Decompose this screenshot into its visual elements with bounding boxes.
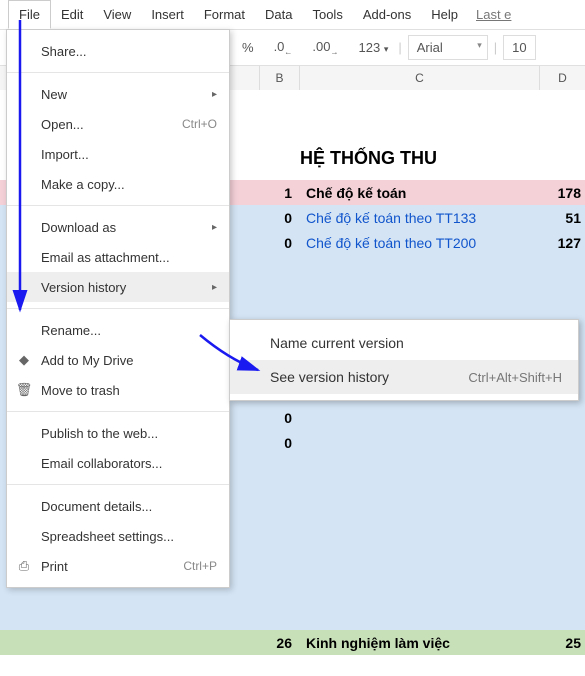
menu-format[interactable]: Format [194,1,255,28]
menu-print[interactable]: ⎙PrintCtrl+P [7,551,229,581]
cell-b[interactable]: 1 [260,185,300,201]
print-icon: ⎙ [15,558,33,574]
menu-addons[interactable]: Add-ons [353,1,421,28]
chevron-right-icon: ▸ [212,222,217,233]
menu-view[interactable]: View [93,1,141,28]
cell-b[interactable]: 0 [260,435,300,451]
menu-download-as[interactable]: Download as▸ [7,212,229,242]
format-percent[interactable]: % [232,40,264,55]
cell-c[interactable]: Kinh nghiệm làm việc [300,635,540,651]
cell-c-link[interactable]: Chế độ kế toán theo TT133 [300,210,540,226]
cell-d[interactable]: 178 [540,185,585,201]
col-d[interactable]: D [540,66,585,90]
menu-spreadsheet-settings[interactable]: Spreadsheet settings... [7,521,229,551]
cell-b[interactable]: 0 [260,235,300,251]
menu-file[interactable]: File [8,0,51,29]
cell-d[interactable]: 25 [540,635,585,651]
drive-icon: ◆ [15,352,33,368]
sheet-title: HỆ THỐNG THU [300,148,437,169]
menu-publish-web[interactable]: Publish to the web... [7,418,229,448]
menu-data[interactable]: Data [255,1,302,28]
trash-icon: 🗑 [15,382,33,398]
menu-version-history[interactable]: Version history▸ [7,272,229,302]
version-history-submenu: Name current version See version history… [229,319,579,401]
cell-c-link[interactable]: Chế độ kế toán theo TT200 [300,235,540,251]
cell-d[interactable]: 127 [540,235,585,251]
cell-b[interactable]: 0 [260,410,300,426]
submenu-see-version-history[interactable]: See version historyCtrl+Alt+Shift+H [230,360,578,394]
increase-decimal[interactable]: .00→ [302,39,348,57]
menu-insert[interactable]: Insert [141,1,194,28]
cell-b[interactable]: 26 [260,635,300,651]
number-format[interactable]: 123 ▾ [348,40,398,55]
menu-open[interactable]: Open...Ctrl+O [7,109,229,139]
decrease-decimal[interactable]: .0← [264,39,303,57]
menu-import[interactable]: Import... [7,139,229,169]
cell-c[interactable]: Chế độ kế toán [300,185,540,201]
col-c[interactable]: C [300,66,540,90]
chevron-right-icon: ▸ [212,282,217,293]
menu-email-attachment[interactable]: Email as attachment... [7,242,229,272]
menu-edit[interactable]: Edit [51,1,93,28]
chevron-right-icon: ▸ [212,89,217,100]
menubar: File Edit View Insert Format Data Tools … [0,0,585,30]
menu-add-to-drive[interactable]: ◆Add to My Drive [7,345,229,375]
menu-document-details[interactable]: Document details... [7,491,229,521]
font-size[interactable]: 10 [503,35,535,60]
font-select[interactable]: Arial [408,35,488,60]
menu-move-to-trash[interactable]: 🗑Move to trash [7,375,229,405]
col-b[interactable]: B [260,66,300,90]
menu-new[interactable]: New▸ [7,79,229,109]
menu-help[interactable]: Help [421,1,468,28]
cell-d[interactable]: 51 [540,210,585,226]
menu-email-collab[interactable]: Email collaborators... [7,448,229,478]
submenu-name-current-version[interactable]: Name current version [230,326,578,360]
file-menu-dropdown: Share... New▸ Open...Ctrl+O Import... Ma… [6,29,230,588]
menu-tools[interactable]: Tools [302,1,352,28]
menu-share[interactable]: Share... [7,36,229,66]
cell-b[interactable]: 0 [260,210,300,226]
menu-make-copy[interactable]: Make a copy... [7,169,229,199]
last-edit-link[interactable]: Last e [476,7,511,22]
menu-rename[interactable]: Rename... [7,315,229,345]
